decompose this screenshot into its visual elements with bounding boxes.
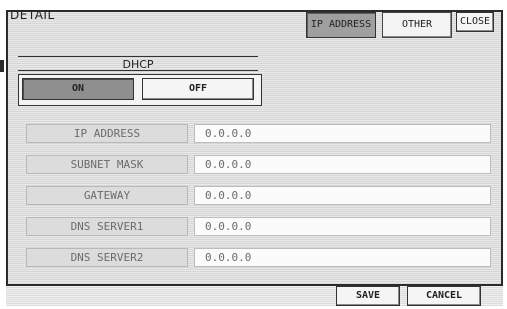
dhcp-off-button[interactable]: OFF [142, 78, 254, 100]
ip-address-label[interactable]: IP ADDRESS [26, 124, 188, 143]
dns-server2-field[interactable]: 0.0.0.0 [194, 248, 491, 267]
subnet-mask-label[interactable]: SUBNET MASK [26, 155, 188, 174]
ip-address-field[interactable]: 0.0.0.0 [194, 124, 491, 143]
dhcp-divider-bottom [18, 70, 258, 71]
subnet-mask-field[interactable]: 0.0.0.0 [194, 155, 491, 174]
dhcp-divider-top [18, 56, 258, 57]
dns-server1-label[interactable]: DNS SERVER1 [26, 217, 188, 236]
dhcp-on-button[interactable]: ON [22, 78, 134, 100]
edge-marker [0, 60, 4, 72]
tab-ip-address[interactable]: IP ADDRESS [306, 12, 376, 38]
gateway-field[interactable]: 0.0.0.0 [194, 186, 491, 205]
save-button[interactable]: SAVE [336, 286, 400, 306]
gateway-label[interactable]: GATEWAY [26, 186, 188, 205]
dns-server2-label[interactable]: DNS SERVER2 [26, 248, 188, 267]
tab-other[interactable]: OTHER [382, 12, 452, 38]
window-title: DETAIL [10, 8, 55, 22]
dns-server1-field[interactable]: 0.0.0.0 [194, 217, 491, 236]
close-button[interactable]: CLOSE [456, 12, 494, 32]
cancel-button[interactable]: CANCEL [407, 286, 481, 306]
